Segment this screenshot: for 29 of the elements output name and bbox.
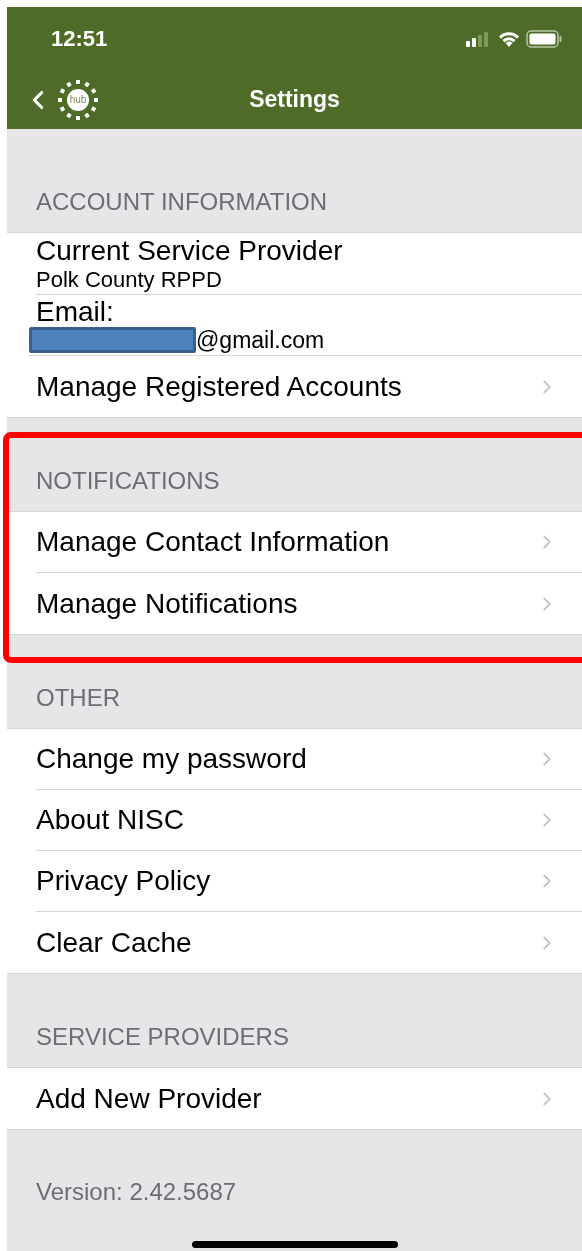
battery-icon — [526, 29, 562, 48]
row-label: Manage Registered Accounts — [36, 369, 402, 404]
row-label: Clear Cache — [36, 925, 192, 960]
settings-row[interactable]: Manage Notifications — [36, 573, 582, 634]
row-label: Email: — [36, 297, 115, 327]
settings-row[interactable]: About NISC — [36, 790, 582, 851]
row-label: Privacy Policy — [36, 864, 211, 898]
row-label: Change my password — [36, 742, 307, 776]
settings-row[interactable]: Manage Contact Information — [36, 512, 582, 573]
section-header: SERVICE PROVIDERS — [36, 1022, 289, 1052]
row-label: Manage Contact Information — [36, 525, 390, 559]
row-label: Manage Notifications — [36, 586, 298, 621]
row-value: Polk County RPPD — [36, 266, 223, 293]
email-address: @gmail.com — [196, 327, 325, 353]
row-label: Current Service Provider — [36, 234, 344, 267]
window-title: Settings — [249, 85, 340, 115]
section-header: OTHER — [36, 683, 120, 713]
settings-row[interactable]: Change my password — [36, 729, 582, 790]
section-header: ACCOUNT INFORMATION — [36, 187, 328, 217]
row-label: Add New Provider — [36, 1081, 262, 1116]
wifi-icon — [498, 30, 520, 47]
settings-row[interactable]: Manage Registered Accounts — [36, 356, 582, 417]
version-label: Version: 2.42.5687 — [36, 1178, 237, 1205]
hub-logo: hub — [57, 78, 99, 121]
settings-row[interactable]: Clear Cache — [36, 912, 582, 973]
row-label: About NISC — [36, 803, 184, 837]
settings-row[interactable]: Privacy Policy — [36, 851, 582, 912]
status-time: 12:51 — [51, 25, 108, 53]
section-header: NOTIFICATIONS — [36, 466, 220, 496]
